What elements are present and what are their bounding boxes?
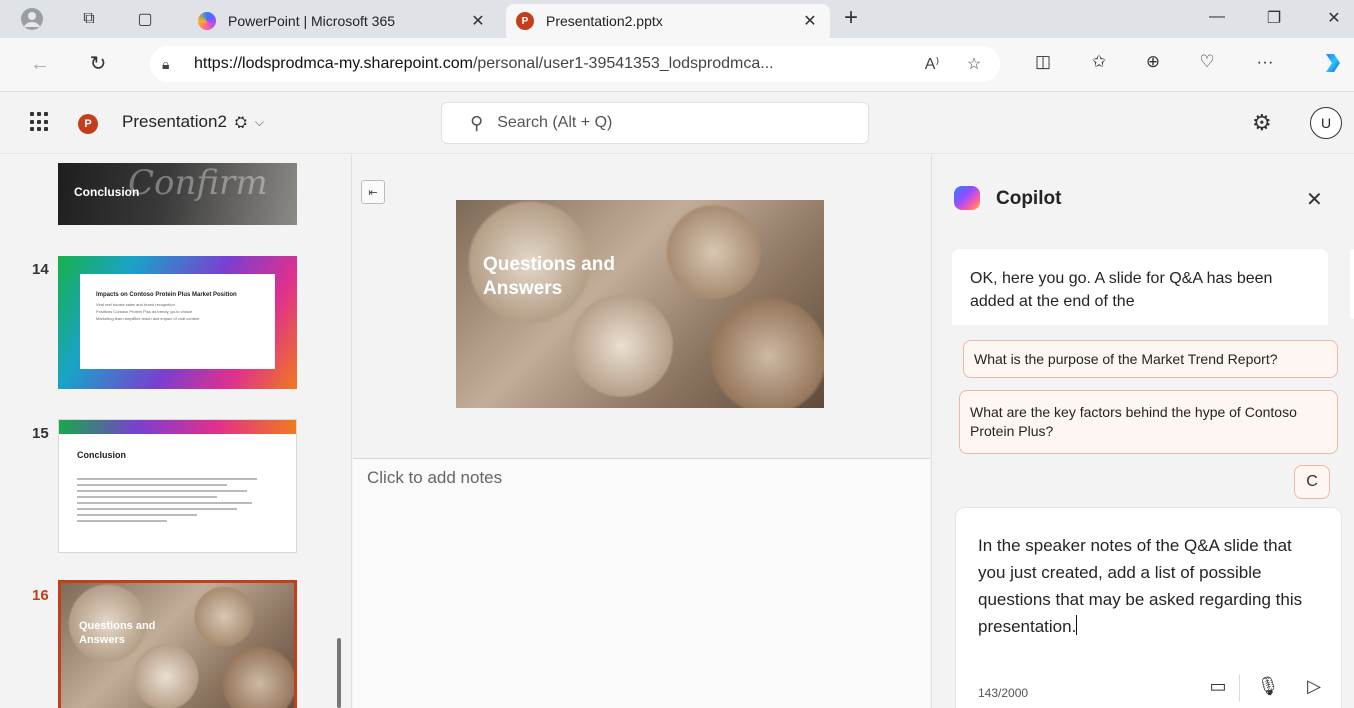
favorites-icon[interactable]: ✩ <box>1086 52 1112 72</box>
thumbnail-scrollbar[interactable] <box>337 638 341 708</box>
search-icon: ⚲ <box>470 112 484 133</box>
copilot-response: OK, here you go. A slide for Q&A has bee… <box>952 249 1328 325</box>
avatar[interactable]: U <box>1310 107 1342 139</box>
notes-placeholder: Click to add notes <box>367 468 503 487</box>
more-icon[interactable]: ··· <box>1252 52 1278 72</box>
restore-button[interactable]: ❐ <box>1262 8 1286 28</box>
thumbnail-title: Conclusion <box>77 450 126 460</box>
thumbnail-body-lines <box>77 478 277 526</box>
app-launcher-icon[interactable] <box>30 112 50 132</box>
slide-thumbnail-pane: Confirm Conclusion 14 Impacts on Contoso… <box>0 155 352 708</box>
slide-number-selected: 16 <box>32 587 49 604</box>
lock-icon: 🔒︎ <box>162 55 170 72</box>
copilot-title: Copilot <box>996 188 1062 209</box>
powerpoint-logo[interactable]: P <box>78 114 98 134</box>
send-icon[interactable]: ▷ <box>1302 676 1326 697</box>
copilot-pane: Copilot ✕ OK, here you go. A slide for Q… <box>931 155 1354 708</box>
back-arrow-icon[interactable]: ← <box>28 53 52 75</box>
collapse-pane-icon[interactable]: ⇤ <box>361 180 385 204</box>
tab-presentation2[interactable]: P Presentation2.pptx ✕ <box>506 4 830 38</box>
chevron-down-icon: ⌵ <box>254 114 265 129</box>
slide-title[interactable]: Questions and Answers <box>483 253 683 301</box>
address-bar-row: ← ↻ 🔒︎ https://lodsprodmca-my.sharepoint… <box>0 38 1354 92</box>
divider <box>1239 674 1240 702</box>
address-bar[interactable]: 🔒︎ https://lodsprodmca-my.sharepoint.com… <box>150 46 1000 82</box>
speaker-notes[interactable]: Click to add notes <box>353 458 930 708</box>
prompt-value: In the speaker notes of the Q&A slide th… <box>978 536 1303 636</box>
search-placeholder: Search (Alt + Q) <box>497 114 613 131</box>
thumbnail-header-bar <box>59 420 296 434</box>
powerpoint-icon: P <box>516 12 534 30</box>
copilot-prompt-input[interactable]: In the speaker notes of the Q&A slide th… <box>955 507 1342 708</box>
url-path: /personal/user1-39541353_lodsprodmca... <box>472 55 774 72</box>
prompt-guide-icon[interactable]: ▭ <box>1206 676 1230 697</box>
copilot-logo-icon <box>954 186 980 210</box>
slide-thumbnail-16[interactable]: Questions and Answers <box>58 580 297 708</box>
favorite-star-icon[interactable]: ☆ <box>960 54 988 74</box>
thumbnail-title: Questions and Answers <box>79 620 156 646</box>
suggestion-chip[interactable]: What is the purpose of the Market Trend … <box>963 340 1338 378</box>
thumbnail-script-text: Confirm <box>128 163 268 203</box>
prompt-text[interactable]: In the speaker notes of the Q&A slide th… <box>978 532 1308 640</box>
thumbnail-bullet: Positions Contoso Protein Plus as trendy… <box>96 309 193 314</box>
new-tab-button[interactable]: + <box>844 6 858 30</box>
close-icon[interactable]: ✕ <box>1306 187 1323 212</box>
text-caret <box>1076 615 1078 635</box>
tab-close-icon[interactable]: ✕ <box>800 11 820 31</box>
question-marks-image <box>456 200 824 408</box>
document-title[interactable]: Presentation2 ⛭ ⌵ <box>122 112 264 132</box>
slide-editor: ⇤ Questions and Answers <box>353 155 930 458</box>
thumbnail-title: Conclusion <box>74 185 140 199</box>
tab-title: Presentation2.pptx <box>546 13 663 29</box>
tab-actions-icon[interactable]: ▢ <box>133 7 157 31</box>
browser-essentials-icon[interactable]: ♡ <box>1194 52 1220 72</box>
document-name: Presentation2 <box>122 112 227 131</box>
suggestion-chip[interactable]: What are the key factors behind the hype… <box>959 390 1338 454</box>
thumbnail-bullet: Viral reel boosts sales and brand recogn… <box>96 302 175 307</box>
search-input[interactable]: ⚲ Search (Alt + Q) <box>441 102 869 144</box>
close-window-button[interactable]: ✕ <box>1322 8 1346 28</box>
slide-number: 14 <box>32 261 49 278</box>
url-host: https://lodsprodmca-my.sharepoint.com <box>194 55 473 72</box>
slide-thumbnail-14[interactable]: Impacts on Contoso Protein Plus Market P… <box>58 256 297 389</box>
gear-icon[interactable]: ⚙ <box>1252 110 1272 136</box>
slide-thumbnail-15[interactable]: Conclusion <box>58 419 297 553</box>
chat-scrollbar[interactable] <box>1350 249 1354 319</box>
slide-number: 15 <box>32 425 49 442</box>
tab-powerpoint-m365[interactable]: PowerPoint | Microsoft 365 ✕ <box>188 4 498 38</box>
character-count: 143/2000 <box>978 686 1029 700</box>
split-screen-icon[interactable]: ◫ <box>1030 52 1056 72</box>
browser-tab-strip: ⧉ ▢ PowerPoint | Microsoft 365 ✕ P Prese… <box>0 0 1354 38</box>
microphone-icon[interactable]: 🎙︎ <box>1256 676 1280 697</box>
profile-icon[interactable] <box>20 7 44 31</box>
url-text[interactable]: https://lodsprodmca-my.sharepoint.com/pe… <box>194 55 918 73</box>
slide-thumbnail-13[interactable]: Confirm Conclusion <box>58 163 297 225</box>
workspaces-icon[interactable]: ⧉ <box>77 7 101 31</box>
thumbnail-bullet: Marketing team amplifies reach and impac… <box>96 316 200 321</box>
collections-icon[interactable]: ⊕ <box>1140 52 1166 72</box>
copilot-browser-icon[interactable] <box>1318 52 1344 79</box>
read-aloud-icon[interactable]: A⁾ <box>918 54 946 74</box>
refresh-icon[interactable]: ↻ <box>86 53 110 75</box>
tab-title: PowerPoint | Microsoft 365 <box>228 13 396 29</box>
app-header: P Presentation2 ⛭ ⌵ ⚲ Search (Alt + Q) ⚙… <box>0 92 1354 154</box>
minimize-button[interactable]: — <box>1205 8 1229 26</box>
current-slide[interactable]: Questions and Answers <box>456 200 824 408</box>
refresh-suggestions-icon[interactable]: C <box>1294 465 1330 499</box>
thumbnail-card: Impacts on Contoso Protein Plus Market P… <box>80 274 275 369</box>
tab-close-icon[interactable]: ✕ <box>468 11 488 31</box>
thumbnail-title: Impacts on Contoso Protein Plus Market P… <box>96 292 237 298</box>
saved-status-icon: ⛭ <box>234 113 247 131</box>
m365-icon <box>198 12 216 30</box>
